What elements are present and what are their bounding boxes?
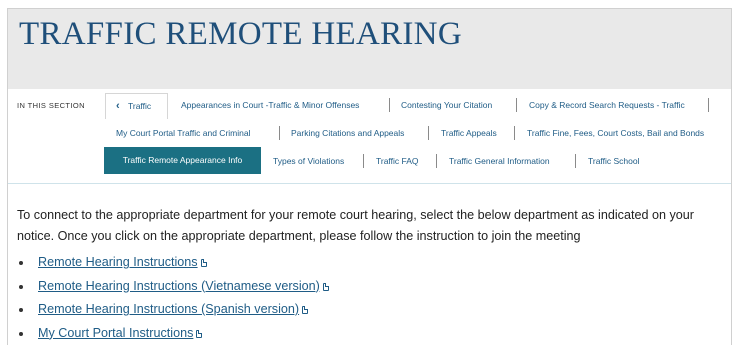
nav-divider bbox=[279, 126, 280, 140]
nav-divider bbox=[516, 98, 517, 112]
nav-divider bbox=[436, 154, 437, 168]
tab-my-court-portal[interactable]: My Court Portal Traffic and Criminal bbox=[116, 127, 250, 139]
nav-divider bbox=[428, 126, 429, 140]
my-court-portal-instructions-link[interactable]: My Court Portal Instructions bbox=[38, 326, 203, 340]
tab-traffic-school[interactable]: Traffic School bbox=[588, 155, 640, 167]
section-nav: IN THIS SECTION ‹ Traffic Appearances in… bbox=[8, 89, 731, 184]
tab-traffic-general-information[interactable]: Traffic General Information bbox=[449, 155, 550, 167]
bullet bbox=[19, 261, 23, 265]
tab-copy-record-search[interactable]: Copy & Record Search Requests - Traffic bbox=[529, 99, 685, 111]
section-label: IN THIS SECTION bbox=[17, 101, 85, 110]
tab-traffic-remote-appearance-info[interactable]: Traffic Remote Appearance Info bbox=[104, 147, 261, 174]
nav-divider bbox=[575, 154, 576, 168]
remote-hearing-instructions-vietnamese-link[interactable]: Remote Hearing Instructions (Vietnamese … bbox=[38, 279, 329, 293]
document-icon bbox=[322, 282, 329, 291]
back-tab-traffic[interactable]: ‹ Traffic bbox=[105, 93, 168, 119]
intro-text: To connect to the appropriate department… bbox=[17, 208, 694, 243]
back-tab-label: Traffic bbox=[128, 101, 152, 111]
document-icon bbox=[196, 329, 203, 338]
document-icon bbox=[200, 259, 207, 267]
bullet bbox=[19, 308, 23, 312]
page-frame: TRAFFIC REMOTE HEARING IN THIS SECTION ‹… bbox=[7, 8, 732, 345]
tab-appearances-in-court[interactable]: Appearances in Court -Traffic & Minor Of… bbox=[181, 99, 359, 111]
nav-divider bbox=[389, 98, 390, 112]
page-title: TRAFFIC REMOTE HEARING bbox=[19, 16, 462, 52]
main-content: To connect to the appropriate department… bbox=[8, 185, 731, 345]
chevron-left-icon: ‹ bbox=[116, 100, 120, 112]
tab-contesting-your-citation[interactable]: Contesting Your Citation bbox=[401, 99, 492, 111]
tab-traffic-appeals[interactable]: Traffic Appeals bbox=[441, 127, 497, 139]
remote-hearing-instructions-link[interactable]: Remote Hearing Instructions bbox=[38, 255, 207, 269]
nav-divider bbox=[363, 154, 364, 168]
document-icon bbox=[302, 306, 309, 314]
page-header: TRAFFIC REMOTE HEARING bbox=[8, 9, 731, 89]
tab-traffic-faq[interactable]: Traffic FAQ bbox=[376, 155, 419, 167]
bullet bbox=[19, 331, 23, 336]
tab-types-of-violations[interactable]: Types of Violations bbox=[273, 155, 344, 167]
bullet bbox=[19, 284, 23, 289]
remote-hearing-instructions-spanish-link[interactable]: Remote Hearing Instructions (Spanish ver… bbox=[38, 302, 309, 316]
tab-traffic-fine-fees[interactable]: Traffic Fine, Fees, Court Costs, Bail an… bbox=[527, 127, 704, 139]
nav-divider bbox=[708, 98, 709, 112]
tab-parking-citations[interactable]: Parking Citations and Appeals bbox=[291, 127, 404, 139]
nav-divider bbox=[514, 126, 515, 140]
